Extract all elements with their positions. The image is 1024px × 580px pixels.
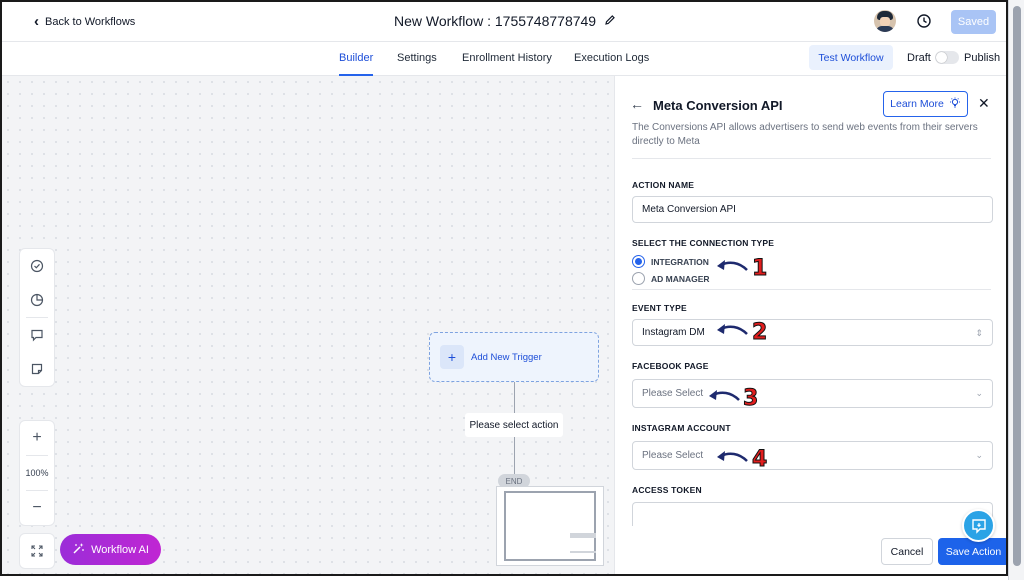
divider (632, 289, 991, 290)
add-trigger-label: Add New Trigger (471, 352, 542, 363)
publish-toggle[interactable] (935, 51, 959, 64)
action-name-label: ACTION NAME (632, 180, 695, 190)
annotation-number: 2 (751, 320, 768, 346)
select-action-node[interactable]: Please select action (465, 413, 563, 437)
zoom-level-text: 100% (25, 468, 49, 478)
connector-line (514, 382, 515, 413)
action-config-panel: ← Meta Conversion API Learn More ✕ The C… (614, 76, 1006, 574)
event-type-select[interactable]: Instagram DM ⇕ (632, 319, 993, 346)
test-workflow-button[interactable]: Test Workflow (809, 45, 893, 70)
tab-execution-logs[interactable]: Execution Logs (574, 52, 649, 64)
zoom-in-icon[interactable]: + (20, 421, 54, 455)
instagram-account-select[interactable]: Please Select ⌄ (632, 441, 993, 470)
divider (632, 158, 991, 159)
chat-support-icon[interactable] (962, 509, 995, 542)
annotation-marker-3: 3 (707, 386, 767, 414)
instagram-account-label: INSTAGRAM ACCOUNT (632, 423, 731, 433)
plus-icon: + (440, 345, 464, 369)
check-circle-icon[interactable] (20, 249, 54, 283)
avatar[interactable] (874, 10, 896, 32)
zoom-controls: + 100% − (19, 420, 55, 526)
sort-arrows-icon: ⇕ (975, 328, 983, 338)
chevron-left-icon: ‹ (34, 13, 39, 30)
save-action-button[interactable]: Save Action (938, 538, 1006, 565)
saved-button[interactable]: Saved (951, 10, 996, 34)
annotation-number: 3 (742, 386, 759, 412)
draft-label: Draft (907, 52, 931, 64)
sparkle-wand-icon (72, 542, 85, 558)
workflow-title: New Workflow : 1755748778749 (394, 13, 616, 29)
fit-view-group (19, 533, 55, 569)
arrow-left-icon[interactable]: ← (630, 96, 644, 112)
minimap[interactable] (496, 486, 604, 566)
app-window: ‹ Back to Workflows New Workflow : 17557… (0, 0, 1008, 576)
workflow-title-text: New Workflow : 1755748778749 (394, 13, 597, 29)
radio-integration-label: INTEGRATION (651, 256, 709, 267)
learn-more-button[interactable]: Learn More (883, 91, 968, 117)
close-icon[interactable]: ✕ (978, 95, 990, 112)
radio-ad-manager[interactable]: AD MANAGER (632, 272, 710, 285)
annotation-number: 4 (751, 447, 768, 473)
facebook-page-select[interactable]: Please Select ⌄ (632, 379, 993, 408)
tab-enrollment-history[interactable]: Enrollment History (462, 52, 552, 64)
back-label: Back to Workflows (45, 15, 136, 28)
comment-icon[interactable] (20, 318, 54, 352)
tab-settings[interactable]: Settings (397, 52, 437, 64)
event-type-label: EVENT TYPE (632, 303, 687, 313)
tab-builder[interactable]: Builder (339, 52, 374, 76)
history-icon[interactable] (915, 12, 933, 30)
top-bar: ‹ Back to Workflows New Workflow : 17557… (2, 2, 1006, 42)
radio-button[interactable] (632, 272, 645, 285)
publish-label: Publish (964, 52, 1001, 64)
pie-chart-icon[interactable] (20, 283, 54, 317)
learn-more-label: Learn More (890, 98, 944, 110)
window-scrollbar[interactable] (1008, 0, 1024, 580)
annotation-marker-2: 2 (715, 320, 775, 348)
connector-line (514, 437, 515, 474)
annotation-marker-4: 4 (715, 447, 775, 475)
connection-type-label: SELECT THE CONNECTION TYPE (632, 238, 775, 248)
workflow-ai-button[interactable]: Workflow AI (60, 534, 161, 565)
add-new-trigger-node[interactable]: + Add New Trigger (429, 332, 599, 382)
expand-icon[interactable] (20, 534, 54, 568)
radio-integration[interactable]: INTEGRATION (632, 255, 709, 268)
cancel-button[interactable]: Cancel (881, 538, 933, 565)
zoom-level: 100% (20, 456, 54, 490)
panel-title: Meta Conversion API (653, 98, 783, 113)
chevron-down-icon: ⌄ (975, 388, 983, 398)
workflow-ai-label: Workflow AI (91, 543, 149, 556)
facebook-page-placeholder: Please Select (642, 388, 704, 399)
canvas-toolbar (19, 248, 55, 387)
lightbulb-icon (949, 97, 961, 112)
pencil-icon[interactable] (604, 13, 616, 29)
facebook-page-label: FACEBOOK PAGE (632, 361, 709, 371)
radio-button[interactable] (632, 255, 645, 268)
access-token-input[interactable] (632, 502, 993, 526)
action-name-input[interactable]: Meta Conversion API (632, 196, 993, 223)
chevron-down-icon: ⌄ (975, 450, 983, 460)
sticky-note-icon[interactable] (20, 352, 54, 386)
annotation-number: 1 (751, 256, 768, 282)
back-to-workflows-link[interactable]: ‹ Back to Workflows (34, 14, 135, 29)
annotation-marker-1: 1 (715, 256, 775, 284)
panel-description: The Conversions API allows advertisers t… (632, 122, 978, 147)
access-token-label: ACCESS TOKEN (632, 485, 702, 495)
zoom-out-icon[interactable]: − (20, 491, 54, 525)
event-type-value: Instagram DM (642, 327, 705, 338)
instagram-account-placeholder: Please Select (642, 450, 704, 461)
radio-ad-manager-label: AD MANAGER (651, 273, 710, 284)
